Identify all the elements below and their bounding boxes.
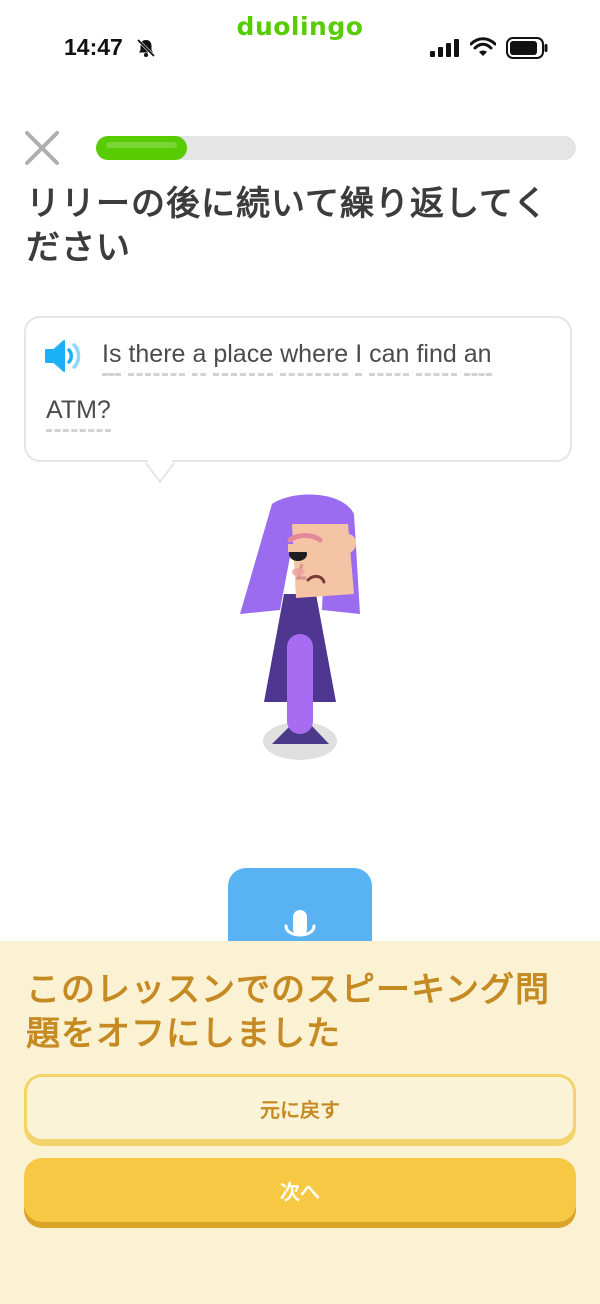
prompt-sentence-line-1: Is there a place where Ican find an — [102, 340, 499, 376]
progress-fill — [96, 136, 188, 160]
prompt-word[interactable]: Is — [102, 340, 122, 376]
cellular-signal-icon — [430, 39, 459, 57]
prompt-word[interactable]: find — [416, 340, 457, 376]
prompt-word[interactable]: where — [280, 340, 349, 376]
close-icon[interactable] — [22, 128, 62, 168]
exercise-title: リリーの後に続いて繰り返してください — [26, 184, 548, 268]
prompt-word[interactable]: there — [128, 340, 186, 376]
status-bar: duolingo 14:47 — [0, 0, 600, 90]
lesson-progress-bar — [96, 136, 576, 160]
prompt-word[interactable]: I — [355, 340, 363, 376]
prompt-word[interactable]: ATM? — [46, 396, 111, 432]
prompt-sentence-line-2: ATM? — [46, 396, 118, 432]
progress-highlight — [106, 142, 178, 148]
battery-icon — [506, 37, 548, 59]
status-time: 14:47 — [64, 34, 123, 60]
bell-off-icon — [136, 38, 156, 58]
prompt-word[interactable]: place — [213, 340, 274, 376]
wifi-icon — [470, 37, 496, 56]
lily-character — [240, 494, 360, 760]
speech-bubble — [24, 316, 572, 462]
feedback-message: このレッスンでのスピーキング問題をオフにしました — [26, 970, 550, 1054]
prompt-word[interactable]: can — [369, 340, 410, 376]
undo-button[interactable]: 元に戻す — [24, 1074, 576, 1142]
prompt-word[interactable]: a — [192, 340, 207, 376]
next-button[interactable]: 次へ — [24, 1158, 576, 1222]
speaker-icon[interactable] — [44, 338, 86, 374]
prompt-word[interactable]: an — [463, 340, 492, 376]
